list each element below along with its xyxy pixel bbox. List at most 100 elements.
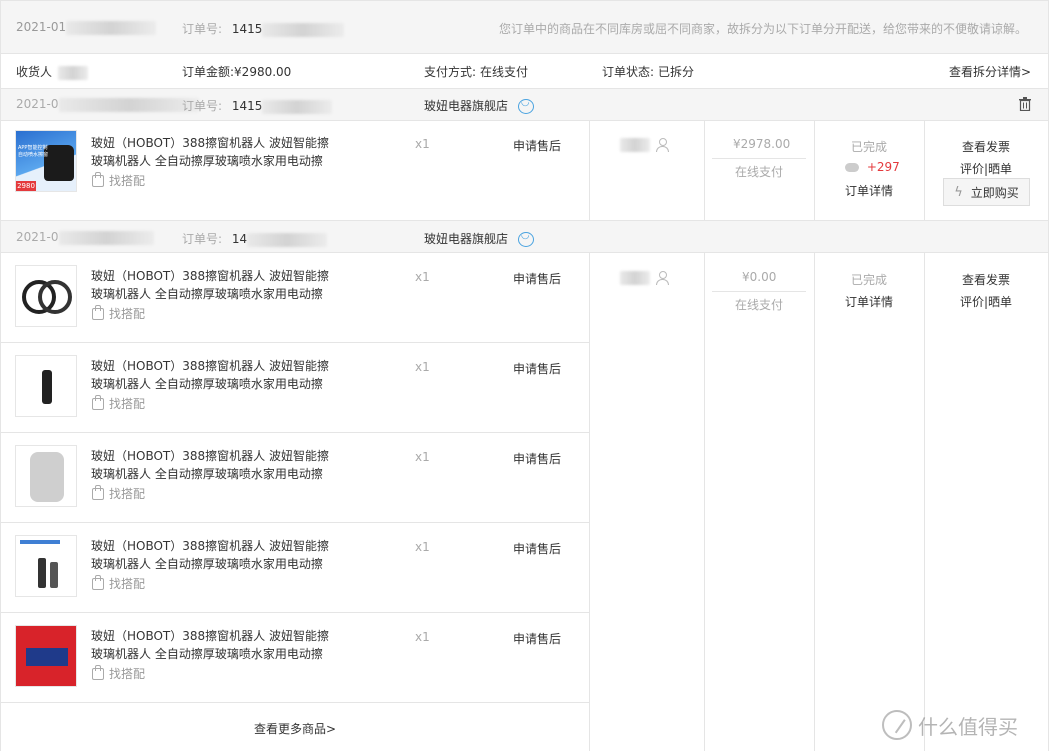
- person-icon[interactable]: [656, 270, 669, 285]
- status-label: 订单状态:: [602, 65, 655, 79]
- cloud-icon: [845, 163, 859, 172]
- split-detail-link[interactable]: 查看拆分详情>: [949, 63, 1031, 80]
- after-sale-link[interactable]: 申请售后: [513, 540, 561, 557]
- product-qty: x1: [415, 450, 430, 464]
- find-pair-link[interactable]: 找搭配: [92, 394, 146, 413]
- product-title[interactable]: 玻妞（HOBOT）388擦窗机器人 波妞智能擦玻璃机器人 全自动擦厚玻璃喷水家用…: [91, 267, 331, 303]
- order2-detail-link[interactable]: 订单详情: [845, 293, 893, 310]
- suborder1-shop[interactable]: 玻妞电器旗舰店: [424, 97, 534, 114]
- product-title[interactable]: 玻妞（HOBOT）388擦窗机器人 波妞智能擦玻璃机器人 全自动擦厚玻璃喷水家用…: [91, 134, 331, 170]
- receiver-label: 收货人: [16, 65, 53, 79]
- pair-icon: [92, 304, 104, 320]
- chat-icon[interactable]: [517, 230, 534, 247]
- suborder1-date-text: 2021-0: [16, 97, 59, 111]
- suborder1-date: 2021-0: [16, 97, 199, 112]
- suborder1-number-label: 订单号:: [182, 99, 223, 113]
- order-number-label: 订单号:: [182, 22, 223, 36]
- lightning-icon: ϟ: [954, 184, 963, 200]
- trash-icon[interactable]: [1019, 97, 1031, 112]
- pair-icon: [92, 574, 104, 590]
- product-qty: x1: [415, 360, 430, 374]
- receiver-cell: [620, 137, 669, 152]
- order-number: 订单号: 1415: [182, 20, 345, 37]
- suborder2-number-value: 14: [231, 232, 248, 246]
- suborder1-number-value: 1415: [231, 99, 263, 113]
- payment-value: 在线支付: [480, 65, 529, 79]
- pair-icon: [92, 394, 104, 410]
- receiver-cell: [620, 270, 669, 285]
- find-pair-label: 找搭配: [109, 307, 146, 321]
- order-number-value: 1415: [231, 22, 263, 36]
- points-value: +297: [866, 160, 900, 174]
- buy-again-button[interactable]: ϟ 立即购买: [943, 178, 1030, 206]
- order1-detail-link[interactable]: 订单详情: [845, 182, 893, 199]
- order-amount: 订单金额:¥2980.00: [182, 63, 291, 80]
- find-pair-label: 找搭配: [109, 174, 146, 188]
- amount-value: ¥2980.00: [234, 65, 292, 79]
- product-title[interactable]: 玻妞（HOBOT）388擦窗机器人 波妞智能擦玻璃机器人 全自动擦厚玻璃喷水家用…: [91, 357, 331, 393]
- points-earned: +297: [845, 160, 900, 174]
- product-thumbnail[interactable]: [15, 535, 77, 597]
- smzdm-logo-icon: [882, 710, 912, 740]
- find-pair-link[interactable]: 找搭配: [92, 574, 146, 593]
- suborder2-number-label: 订单号:: [182, 232, 223, 246]
- pair-icon: [92, 171, 104, 187]
- shop-name[interactable]: 玻妞电器旗舰店: [424, 99, 508, 113]
- after-sale-link[interactable]: 申请售后: [513, 137, 561, 154]
- order2-price: ¥0.00: [742, 270, 777, 284]
- find-pair-label: 找搭配: [109, 577, 146, 591]
- thumb-price: 2980: [16, 181, 36, 191]
- order1-status: 已完成: [851, 140, 888, 154]
- suborder2-shop[interactable]: 玻妞电器旗舰店: [424, 230, 534, 247]
- chat-icon[interactable]: [517, 97, 534, 114]
- amount-label: 订单金额:: [182, 65, 235, 79]
- product-thumbnail[interactable]: APP智能控制 自动喷水擦窗 2980: [15, 130, 77, 192]
- after-sale-link[interactable]: 申请售后: [513, 270, 561, 287]
- product-thumbnail[interactable]: [15, 355, 77, 417]
- find-pair-link[interactable]: 找搭配: [92, 304, 146, 323]
- after-sale-link[interactable]: 申请售后: [513, 360, 561, 377]
- receiver-info: 收货人: [16, 63, 89, 80]
- order1-pay-method: 在线支付: [735, 165, 784, 179]
- view-more-products-link[interactable]: 查看更多商品>: [254, 720, 336, 737]
- order2-review-link[interactable]: 评价|晒单: [960, 293, 1012, 310]
- product-thumbnail[interactable]: [15, 625, 77, 687]
- shop-name[interactable]: 玻妞电器旗舰店: [424, 232, 508, 246]
- watermark-text: 什么值得买: [918, 714, 1018, 739]
- product-title[interactable]: 玻妞（HOBOT）388擦窗机器人 波妞智能擦玻璃机器人 全自动擦厚玻璃喷水家用…: [91, 537, 331, 573]
- find-pair-link[interactable]: 找搭配: [92, 171, 146, 190]
- suborder2-number: 订单号: 14: [182, 230, 328, 247]
- order1-review-link[interactable]: 评价|晒单: [960, 160, 1012, 177]
- order1-invoice-link[interactable]: 查看发票: [962, 138, 1010, 155]
- pair-icon: [92, 484, 104, 500]
- find-pair-link[interactable]: 找搭配: [92, 664, 146, 683]
- watermark: 什么值得买: [882, 710, 1018, 740]
- find-pair-label: 找搭配: [109, 397, 146, 411]
- product-thumbnail[interactable]: [15, 445, 77, 507]
- after-sale-link[interactable]: 申请售后: [513, 630, 561, 647]
- order2-status: 已完成: [851, 273, 888, 287]
- suborder2-date-text: 2021-0: [16, 230, 59, 244]
- thumb-caption-2: 自动喷水擦窗: [18, 152, 49, 158]
- find-pair-label: 找搭配: [109, 487, 146, 501]
- suborder2-date: 2021-0: [16, 230, 154, 245]
- buy-again-label: 立即购买: [970, 185, 1019, 200]
- after-sale-link[interactable]: 申请售后: [513, 450, 561, 467]
- payment-label: 支付方式:: [424, 65, 477, 79]
- split-notice: 您订单中的商品在不同库房或屈不同商家，故拆分为以下订单分开配送，给您带来的不便敬…: [498, 22, 1027, 36]
- find-pair-label: 找搭配: [109, 667, 146, 681]
- person-icon[interactable]: [656, 137, 669, 152]
- product-title[interactable]: 玻妞（HOBOT）388擦窗机器人 波妞智能擦玻璃机器人 全自动擦厚玻璃喷水家用…: [91, 447, 331, 483]
- order2-pay-method: 在线支付: [735, 298, 784, 312]
- product-qty: x1: [415, 270, 430, 284]
- order1-price: ¥2978.00: [733, 137, 791, 151]
- status-value: 已拆分: [658, 65, 695, 79]
- product-qty: x1: [415, 137, 430, 151]
- product-qty: x1: [415, 630, 430, 644]
- order2-invoice-link[interactable]: 查看发票: [962, 271, 1010, 288]
- pair-icon: [92, 664, 104, 680]
- product-title[interactable]: 玻妞（HOBOT）388擦窗机器人 波妞智能擦玻璃机器人 全自动擦厚玻璃喷水家用…: [91, 627, 331, 663]
- product-thumbnail[interactable]: [15, 265, 77, 327]
- find-pair-link[interactable]: 找搭配: [92, 484, 146, 503]
- order-status: 订单状态: 已拆分: [602, 63, 694, 80]
